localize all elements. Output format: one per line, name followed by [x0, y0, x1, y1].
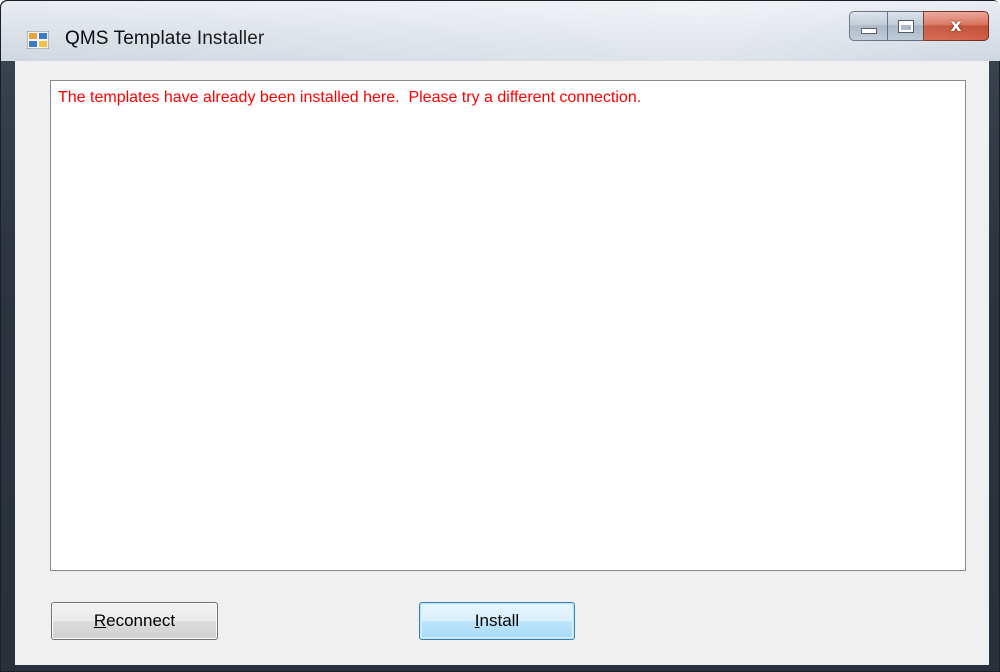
maximize-button[interactable]	[887, 11, 923, 41]
status-message: The templates have already been installe…	[58, 89, 642, 106]
application-icon[interactable]	[27, 31, 49, 49]
status-log-textbox[interactable]: The templates have already been installe…	[50, 80, 966, 571]
reconnect-button[interactable]: Reconnect	[51, 602, 218, 640]
app-window: QMS Template Installer x The templates h…	[0, 0, 1000, 672]
title-bar[interactable]: QMS Template Installer x	[1, 1, 1000, 61]
client-area: The templates have already been installe…	[15, 61, 989, 665]
reconnect-button-label: Reconnect	[93, 611, 176, 630]
minimize-icon	[860, 28, 877, 34]
caption-buttons: x	[849, 11, 989, 41]
close-button[interactable]: x	[923, 11, 989, 41]
install-button-label: Install	[474, 611, 520, 630]
install-button[interactable]: Install	[419, 602, 575, 640]
window-title: QMS Template Installer	[65, 28, 265, 49]
close-icon: x	[950, 16, 962, 36]
minimize-button[interactable]	[849, 11, 887, 41]
maximize-icon	[897, 19, 914, 33]
